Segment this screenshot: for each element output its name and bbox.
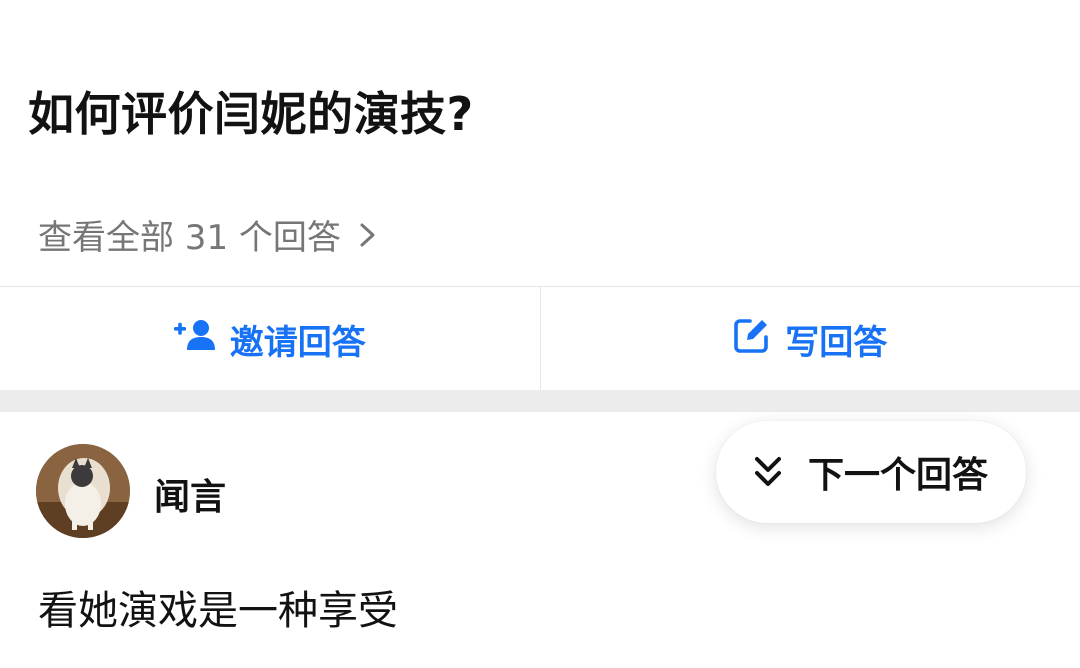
- edit-icon: [733, 316, 771, 363]
- double-chevron-down-icon: [754, 455, 782, 489]
- chevron-right-icon: [357, 219, 379, 249]
- question-title: 如何评价闫妮的演技?: [28, 87, 474, 141]
- write-answer-label: 写回答: [785, 322, 888, 363]
- invite-answer-button[interactable]: 邀请回答: [0, 287, 541, 391]
- add-user-icon: [173, 318, 216, 361]
- next-answer-button[interactable]: 下一个回答: [716, 421, 1026, 523]
- section-divider: [0, 390, 1080, 412]
- next-answer-label: 下一个回答: [808, 455, 989, 496]
- invite-answer-label: 邀请回答: [229, 322, 366, 363]
- view-all-label: 查看全部 31 个回答: [38, 217, 341, 258]
- author-name[interactable]: 闻言: [154, 468, 226, 520]
- avatar[interactable]: [36, 444, 130, 538]
- view-all-answers-link[interactable]: 查看全部 31 个回答: [38, 212, 379, 258]
- write-answer-button[interactable]: 写回答: [541, 287, 1080, 391]
- answer-excerpt[interactable]: 看她演戏是一种享受: [38, 578, 398, 636]
- question-action-bar: 邀请回答 写回答: [0, 286, 1080, 391]
